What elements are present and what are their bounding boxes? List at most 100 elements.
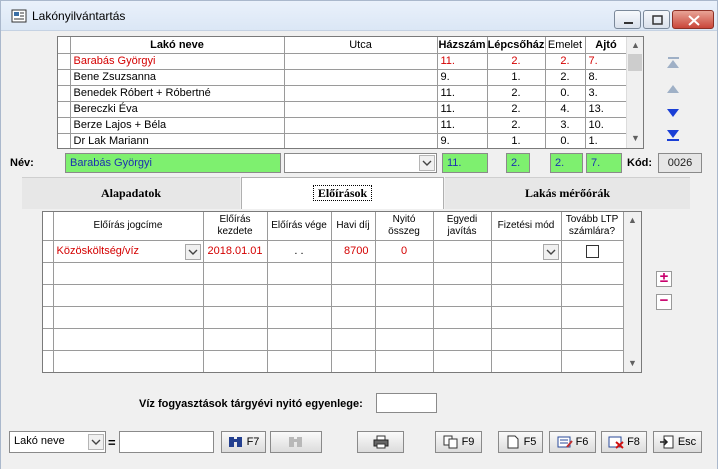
- scroll-up-icon[interactable]: ▲: [628, 215, 637, 225]
- empty-cell[interactable]: [375, 262, 434, 285]
- payment-dropdown-button[interactable]: [542, 243, 559, 260]
- cell-monthly[interactable]: 8700: [331, 240, 376, 263]
- empty-cell[interactable]: [561, 262, 624, 285]
- last-record-icon[interactable]: [662, 125, 684, 145]
- empty-cell[interactable]: [561, 350, 624, 372]
- tab-meters[interactable]: Lakás mérőórák: [445, 177, 690, 209]
- empty-cell[interactable]: [53, 350, 204, 372]
- cell-street[interactable]: [284, 69, 438, 86]
- maximize-button[interactable]: [643, 10, 670, 29]
- table-row[interactable]: Dr Lak Mariann 9. 1. 0. 1.: [58, 133, 628, 148]
- empty-cell[interactable]: [53, 306, 204, 329]
- cell-stair[interactable]: 2.: [487, 53, 546, 70]
- empty-cell[interactable]: [331, 306, 376, 329]
- cell-stair[interactable]: 2.: [487, 101, 546, 118]
- empty-cell[interactable]: [53, 284, 204, 307]
- street-combo[interactable]: [284, 153, 437, 173]
- cell-ltp[interactable]: [561, 240, 624, 263]
- first-record-icon[interactable]: [662, 53, 684, 73]
- empty-cell[interactable]: [267, 306, 332, 329]
- table-row[interactable]: [43, 350, 624, 372]
- house-field[interactable]: 11.: [442, 153, 488, 173]
- cell-door[interactable]: 10.: [585, 117, 628, 134]
- scroll-up-icon[interactable]: ▲: [631, 40, 640, 50]
- minimize-button[interactable]: [614, 10, 641, 29]
- search-field-dropdown-button[interactable]: [88, 434, 104, 450]
- col-header-title[interactable]: Előírás jogcíme: [53, 212, 204, 241]
- street-dropdown-button[interactable]: [419, 155, 435, 171]
- cell-door[interactable]: 3.: [585, 85, 628, 102]
- cell-name[interactable]: Barabás Györgyi: [70, 53, 285, 70]
- empty-cell[interactable]: [203, 328, 268, 351]
- cell-street[interactable]: [284, 101, 438, 118]
- edit-button[interactable]: F6: [549, 431, 596, 453]
- prev-record-icon[interactable]: [662, 79, 684, 99]
- delete-button[interactable]: F8: [601, 431, 647, 453]
- cell-name[interactable]: Bereczki Éva: [70, 101, 285, 118]
- table-row[interactable]: Benedek Róbert + Róbertné 11. 2. 0. 3.: [58, 85, 628, 102]
- prescriptions-scrollbar[interactable]: ▲ ▼: [624, 212, 641, 372]
- empty-cell[interactable]: [331, 328, 376, 351]
- empty-cell[interactable]: [375, 328, 434, 351]
- cell-start[interactable]: 2018.01.01: [203, 240, 268, 263]
- col-header-payment[interactable]: Fizetési mód: [491, 212, 562, 241]
- empty-cell[interactable]: [375, 306, 434, 329]
- cell-house[interactable]: 11.: [437, 53, 488, 70]
- col-header-name[interactable]: Lakó neve: [70, 37, 285, 54]
- empty-cell[interactable]: [491, 306, 562, 329]
- cell-name[interactable]: Berze Lajos + Béla: [70, 117, 285, 134]
- empty-cell[interactable]: [433, 262, 492, 285]
- col-header-custom[interactable]: Egyedi javítás: [433, 212, 492, 241]
- new-button[interactable]: F5: [498, 431, 543, 453]
- empty-cell[interactable]: [491, 350, 562, 372]
- empty-cell[interactable]: [203, 284, 268, 307]
- empty-cell[interactable]: [331, 262, 376, 285]
- stair-field[interactable]: 2.: [506, 153, 530, 173]
- water-balance-field[interactable]: [376, 393, 437, 413]
- cell-house[interactable]: 11.: [437, 117, 488, 134]
- empty-cell[interactable]: [433, 350, 492, 372]
- empty-cell[interactable]: [267, 328, 332, 351]
- cell-house[interactable]: 11.: [437, 101, 488, 118]
- residents-grid[interactable]: Lakó neve Utca Házszám Lépcsőház Emelet …: [57, 36, 644, 149]
- table-row[interactable]: [43, 306, 624, 329]
- add-row-button[interactable]: ±: [656, 270, 672, 287]
- table-row[interactable]: [43, 262, 624, 285]
- exit-button[interactable]: Esc: [653, 431, 702, 453]
- cell-floor[interactable]: 0.: [545, 133, 586, 148]
- cell-title[interactable]: Közösköltség/víz: [53, 240, 204, 263]
- table-row[interactable]: [43, 328, 624, 351]
- table-row[interactable]: Bene Zsuzsanna 9. 1. 2. 8.: [58, 69, 628, 86]
- empty-cell[interactable]: [561, 306, 624, 329]
- empty-cell[interactable]: [375, 350, 434, 372]
- empty-cell[interactable]: [331, 284, 376, 307]
- cell-house[interactable]: 9.: [437, 69, 488, 86]
- cell-custom[interactable]: [433, 240, 492, 263]
- col-header-house[interactable]: Házszám: [437, 37, 488, 54]
- floor-field[interactable]: 2.: [550, 153, 583, 173]
- cell-door[interactable]: 13.: [585, 101, 628, 118]
- empty-cell[interactable]: [375, 284, 434, 307]
- col-header-street[interactable]: Utca: [284, 37, 438, 54]
- empty-cell[interactable]: [203, 350, 268, 372]
- cell-name[interactable]: Bene Zsuzsanna: [70, 69, 285, 86]
- table-row[interactable]: Bereczki Éva 11. 2. 4. 13.: [58, 101, 628, 118]
- cell-stair[interactable]: 2.: [487, 85, 546, 102]
- scroll-down-icon[interactable]: ▼: [631, 133, 640, 143]
- tab-prescriptions[interactable]: Előírások: [241, 177, 444, 209]
- empty-cell[interactable]: [53, 262, 204, 285]
- col-header-ltp[interactable]: Tovább LTP számlára?: [561, 212, 624, 241]
- cell-floor[interactable]: 0.: [545, 85, 586, 102]
- cell-end[interactable]: . .: [267, 240, 332, 263]
- cell-door[interactable]: 8.: [585, 69, 628, 86]
- table-row[interactable]: [43, 284, 624, 307]
- empty-cell[interactable]: [433, 284, 492, 307]
- door-field[interactable]: 7.: [586, 153, 622, 173]
- cell-stair[interactable]: 1.: [487, 133, 546, 148]
- empty-cell[interactable]: [561, 284, 624, 307]
- cell-street[interactable]: [284, 85, 438, 102]
- cell-floor[interactable]: 2.: [545, 69, 586, 86]
- print-button[interactable]: [357, 431, 404, 453]
- cell-house[interactable]: 11.: [437, 85, 488, 102]
- table-row[interactable]: Berze Lajos + Béla 11. 2. 3. 10.: [58, 117, 628, 134]
